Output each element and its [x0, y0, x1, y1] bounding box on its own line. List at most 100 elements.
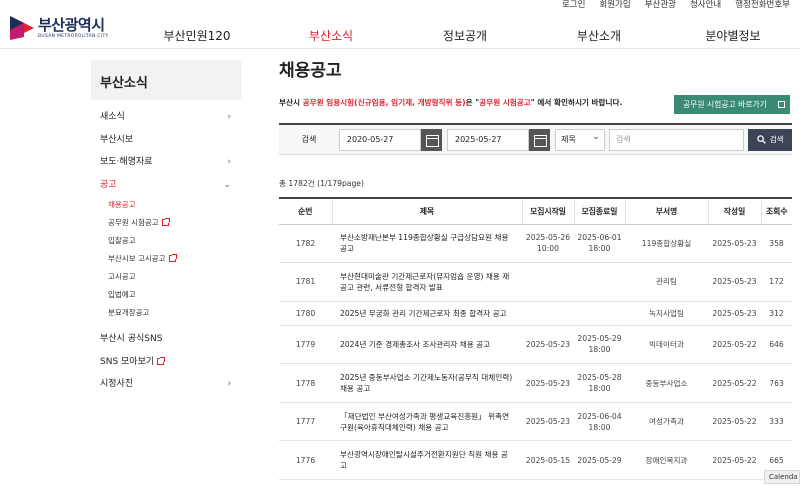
cell-views: 763 — [761, 363, 792, 403]
nav-about[interactable]: 부산소개 — [532, 25, 666, 47]
exam-shortcut-button[interactable]: 공무원 시험공고 바로가기 — [674, 95, 790, 114]
signup-link[interactable]: 회원가입 — [599, 0, 630, 12]
end-date-input[interactable]: 2025-05-27 — [447, 128, 530, 151]
sidebar-item-notice[interactable]: 공고 ⌄ — [91, 174, 241, 197]
cell-end — [574, 262, 625, 302]
sidebar-title: 부산소식 — [91, 60, 241, 100]
busan-logo-icon — [10, 16, 34, 40]
calendar-icon[interactable] — [421, 128, 442, 151]
sidebar-sub-recruit[interactable]: 채용공고 — [91, 196, 241, 214]
external-link-icon — [161, 218, 170, 226]
cell-title-link[interactable]: 2025년 중동부사업소 기간제노동자(공무직 대체인력) 채용 공고 — [332, 363, 522, 403]
sidebar-sub-public-notice[interactable]: 고시공고 — [91, 268, 241, 286]
main-content: 채용공고 부산시 공무원 임용시험(신규임용, 임기제, 개방형직위 등)은 "… — [279, 56, 792, 481]
chevron-right-icon: › — [227, 157, 231, 167]
search-field-select[interactable]: 제목 — [555, 127, 605, 151]
table-row[interactable]: 1777 「재단법인 부산여성가족과 평생교육진흥원」 위촉연구원(육아휴직대체… — [279, 402, 792, 442]
col-views: 조회수 — [760, 197, 792, 225]
notice-text: 은 " — [465, 98, 480, 107]
sidebar-sub-label: 분묘개장공고 — [108, 308, 150, 317]
cell-title-link[interactable]: 부산현대미술관 기간제근로자(뮤지엄숍 운영) 채용 재공고 관련, 서류전형 … — [332, 262, 522, 302]
table-row[interactable]: 1780 2025년 무궁화 관리 기간제근로자 최종 합격자 공고 녹지사업팀… — [279, 301, 792, 326]
cell-dept: 녹지사업팀 — [625, 301, 708, 326]
calendar-icon[interactable] — [529, 128, 551, 151]
cell-title-link[interactable]: 2024년 기준 경제총조사 조사관리자 채용 공고 — [332, 325, 522, 365]
exam-shortcut-label: 공무원 시험공고 바로가기 — [683, 100, 767, 109]
nav-field[interactable]: 분야별정보 — [666, 25, 800, 47]
notice-highlight: 공무원 임용시험(신규임용, 임기제, 개방형직위 등) — [302, 98, 466, 107]
cell-start: 2025-05-26 10:00 — [522, 224, 574, 264]
utility-links: 로그인 회원가입 부산관광 청사안내 행정전화번호부 — [562, 0, 790, 12]
nav-news[interactable]: 부산소식 — [264, 25, 398, 47]
table-row[interactable]: 1781 부산현대미술관 기간제근로자(뮤지엄숍 운영) 채용 재공고 관련, … — [279, 262, 792, 302]
cell-title-link[interactable]: 「재단법인 부산여성가족과 평생교육진흥원」 위촉연구원(육아휴직대체인력) 채… — [332, 402, 522, 442]
cell-views: 312 — [761, 301, 792, 326]
start-date-input[interactable]: 2020-05-27 — [338, 128, 422, 151]
notice-text: " 에서 확인하시기 바랍니다. — [530, 98, 623, 107]
login-link[interactable]: 로그인 — [562, 0, 585, 12]
search-button[interactable]: 검색 — [748, 128, 792, 151]
result-count: 총 1782건 (1/179page) — [279, 179, 364, 188]
external-link-icon — [778, 101, 785, 108]
office-guide-link[interactable]: 청사안내 — [690, 0, 721, 12]
cell-start: 2025-05-23 — [522, 363, 574, 403]
cell-start: 2025-05-23 — [522, 325, 574, 365]
cell-end: 2025-05-28 18:00 — [574, 363, 625, 403]
sidebar-sub-bid[interactable]: 입찰공고 — [91, 232, 241, 250]
sidebar: 부산소식 새소식 › 부산시보 보도·해명자료 › 공고 ⌄ 채용공고 공무원 시험공… — [91, 60, 241, 396]
sidebar-item-photos[interactable]: 시정사진 › — [91, 373, 241, 396]
sidebar-item-gazette[interactable]: 부산시보 — [91, 129, 241, 152]
cell-date: 2025-05-23 — [708, 262, 761, 302]
sidebar-item-news[interactable]: 새소식 › — [91, 106, 241, 129]
cell-start — [522, 301, 574, 326]
cell-dept: 여성가족과 — [625, 402, 708, 442]
cell-dept: 빅데이터과 — [625, 325, 708, 365]
sidebar-sub-label: 고시공고 — [108, 272, 136, 281]
sidebar-item-sns-collect[interactable]: SNS 모아보기 — [91, 351, 241, 374]
notice-highlight: 공무원 시험공고 — [479, 98, 531, 107]
sidebar-item-label: 공고 — [100, 179, 117, 190]
col-dept: 부서명 — [624, 197, 708, 225]
sidebar-item-press[interactable]: 보도·해명자료 › — [91, 151, 241, 174]
table-row[interactable]: 1782 부산소방재난본부 119종합상황실 구급상담요원 채용 공고 2025… — [279, 224, 792, 264]
calendar-popup-tab[interactable]: Calenda — [764, 470, 800, 484]
cell-date: 2025-05-22 — [708, 325, 761, 365]
cell-date: 2025-05-23 — [708, 224, 761, 264]
cell-title-link[interactable]: 부산소방재난본부 119종합상황실 구급상담요원 채용 공고 — [332, 224, 522, 264]
table-row[interactable]: 1779 2024년 기준 경제총조사 조사관리자 채용 공고 2025-05-… — [279, 325, 792, 365]
page-title: 채용공고 — [279, 61, 342, 81]
sidebar-sub-exam[interactable]: 공무원 시험공고 — [91, 214, 241, 232]
sidebar-item-sns[interactable]: 부산시 공식SNS — [91, 328, 241, 351]
cell-no: 1778 — [279, 363, 332, 403]
main-nav: 부산민원120 부산소식 정보공개 부산소개 분야별정보 — [130, 25, 800, 47]
phonebook-link[interactable]: 행정전화번호부 — [735, 0, 790, 12]
site-logo[interactable]: 부산광역시 BUSAN METROPOLITAN CITY — [10, 16, 109, 40]
table-row[interactable]: 1776 부산광역시장애인탈시설주거전환지원단 직원 채용 공고 2025-05… — [279, 440, 792, 481]
sidebar-sub-legislation[interactable]: 입법예고 — [91, 286, 241, 304]
cell-end: 2025-06-04 18:00 — [574, 402, 625, 442]
tour-link[interactable]: 부산관광 — [645, 0, 676, 12]
sidebar-sub-grave[interactable]: 분묘개장공고 — [91, 304, 241, 322]
nav-info[interactable]: 정보공개 — [398, 25, 532, 47]
sidebar-item-label: SNS 모아보기 — [100, 356, 155, 367]
search-button-label: 검색 — [769, 134, 784, 144]
cell-views: 333 — [761, 402, 792, 442]
sidebar-sub-label: 공무원 시험공고 — [108, 218, 159, 227]
chevron-down-icon: ⌄ — [223, 179, 231, 190]
col-no: 순번 — [279, 197, 332, 225]
cell-title-link[interactable]: 2025년 무궁화 관리 기간제근로자 최종 합격자 공고 — [332, 301, 522, 326]
search-input[interactable]: 검색 — [608, 128, 745, 151]
search-bar: 검색 2020-05-27 2025-05-27 제목 검색 검색 — [279, 123, 792, 155]
cell-start: 2025-05-15 — [522, 440, 574, 481]
sidebar-sub-gazette-notice[interactable]: 부산시보 고시공고 — [91, 250, 241, 268]
cell-title-link[interactable]: 부산광역시장애인탈시설주거전환지원단 직원 채용 공고 — [332, 440, 522, 481]
sidebar-item-label: 시정사진 — [100, 379, 134, 389]
cell-date: 2025-05-23 — [708, 301, 761, 326]
cell-start: 2025-05-23 — [522, 402, 574, 442]
sidebar-sub-label: 입법예고 — [108, 290, 136, 299]
cell-no: 1779 — [279, 325, 332, 365]
cell-dept: 119종합상황실 — [625, 224, 708, 264]
cell-views: 358 — [761, 224, 792, 264]
table-row[interactable]: 1778 2025년 중동부사업소 기간제노동자(공무직 대체인력) 채용 공고… — [279, 363, 792, 403]
nav-minwon[interactable]: 부산민원120 — [130, 25, 264, 47]
